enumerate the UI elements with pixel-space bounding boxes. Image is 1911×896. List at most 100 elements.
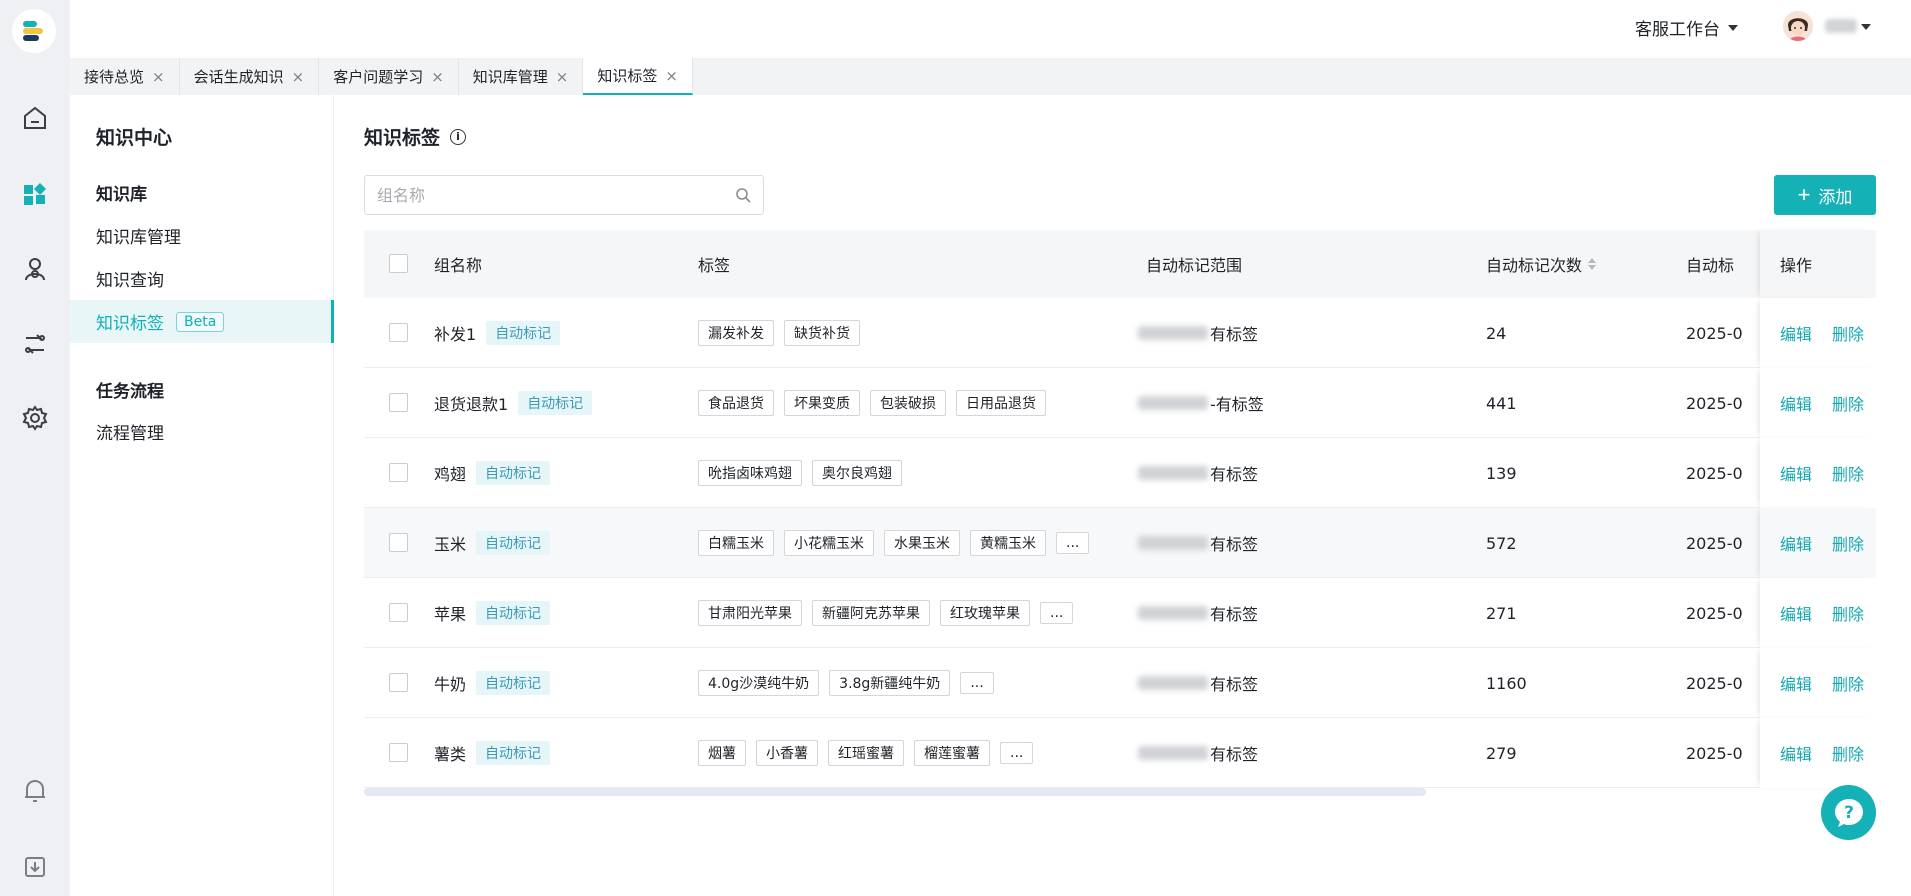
sidebar-item-kb-query[interactable]: 知识查询 [70,257,334,300]
sidebar-item-flow-management[interactable]: 流程管理 [70,410,334,453]
group-name: 玉米 [434,535,467,554]
knowledge-icon[interactable] [20,179,50,209]
auto-time-cell: 2025-0 [1686,393,1743,413]
auto-mark-badge: 自动标记 [518,391,593,415]
row-checkbox[interactable] [389,743,408,762]
close-icon[interactable]: × [152,68,165,86]
edit-link[interactable]: 编辑 [1780,601,1812,625]
auto-scope-text: 有标签 [1210,605,1259,624]
auto-scope-text: 有标签 [1210,535,1259,554]
search-box[interactable] [364,175,764,215]
tag-chip: 红瑶蜜薯 [828,740,904,766]
help-button[interactable]: ? [1821,785,1876,840]
delete-link[interactable]: 删除 [1832,531,1864,555]
search-input[interactable] [377,185,735,205]
page-title-text: 知识标签 [364,127,441,149]
redacted-text [1138,466,1208,480]
tags-cell: 食品退货 坏果变质 包装破损 日用品退货 [698,368,1056,438]
workspace-switcher[interactable]: 客服工作台 [1635,15,1738,40]
row-checkbox[interactable] [389,323,408,342]
tags-cell: 白糯玉米 小花糯玉米 水果玉米 黄糯玉米... [698,508,1099,578]
operations-cell: 编辑 删除 [1760,508,1876,578]
auto-time-cell: 2025-0 [1686,673,1743,693]
tab-session-knowledge[interactable]: 会话生成知识 × [180,58,320,95]
customer-icon[interactable] [20,254,50,284]
auto-scope-text: 有标签 [1210,465,1259,484]
close-icon[interactable]: × [556,68,569,86]
tag-chip: 榴莲蜜薯 [914,740,990,766]
sidebar-item-label: 知识标签 [96,314,164,334]
edit-link[interactable]: 编辑 [1780,741,1812,765]
chevron-down-icon [1728,24,1738,31]
auto-scope-cell: 有标签 [1138,438,1258,508]
more-tags-button[interactable]: ... [1000,742,1034,764]
edit-link[interactable]: 编辑 [1780,391,1812,415]
row-checkbox[interactable] [389,603,408,622]
row-checkbox[interactable] [389,393,408,412]
close-icon[interactable]: × [665,67,678,85]
delete-link[interactable]: 删除 [1832,461,1864,485]
row-checkbox[interactable] [389,673,408,692]
delete-link[interactable]: 删除 [1832,601,1864,625]
app-logo[interactable] [12,9,56,53]
edit-link[interactable]: 编辑 [1780,461,1812,485]
sidebar-item-kb-management[interactable]: 知识库管理 [70,214,334,257]
more-tags-button[interactable]: ... [1040,602,1074,624]
group-name-cell: 退货退款1 自动标记 [434,368,593,438]
auto-scope-cell: 有标签 [1138,508,1258,578]
auto-time-cell: 2025-0 [1686,323,1743,343]
sidebar-group-task: 任务流程 [96,382,164,402]
sort-icon[interactable] [1588,258,1597,270]
add-button[interactable]: + 添加 [1774,175,1876,215]
delete-link[interactable]: 删除 [1832,671,1864,695]
table-header: 组名称 标签 自动标记范围 自动标记次数 自动标 操作 [364,230,1876,298]
home-icon[interactable] [20,103,50,133]
bell-icon[interactable] [20,776,50,806]
tab-knowledge-tags[interactable]: 知识标签 × [583,58,693,95]
close-icon[interactable]: × [292,68,305,86]
row-checkbox[interactable] [389,463,408,482]
auto-time-cell: 2025-0 [1686,533,1743,553]
header-tags: 标签 [698,256,731,275]
tab-customer-question[interactable]: 客户问题学习 × [319,58,459,95]
edit-link[interactable]: 编辑 [1780,321,1812,345]
tab-label: 会话生成知识 [193,68,284,86]
user-menu-chevron-icon[interactable] [1861,24,1871,30]
auto-count-cell: 24 [1486,323,1507,343]
download-icon[interactable] [20,852,50,882]
gear-icon[interactable] [20,403,50,433]
tag-chip: 红玫瑰苹果 [940,600,1030,626]
delete-link[interactable]: 删除 [1832,391,1864,415]
delete-link[interactable]: 删除 [1832,321,1864,345]
avatar[interactable] [1783,11,1813,41]
beta-badge: Beta [176,311,225,332]
auto-scope-cell: 有标签 [1138,648,1258,718]
header-auto-count-label: 自动标记次数 [1486,256,1583,275]
username[interactable] [1825,19,1857,33]
horizontal-scrollbar[interactable] [364,788,1426,796]
tab-label: 客户问题学习 [333,68,424,86]
page-tabs: 接待总览 × 会话生成知识 × 客户问题学习 × 知识库管理 × 知识标签 × [70,58,1911,95]
tab-reception-overview[interactable]: 接待总览 × [70,58,180,95]
select-all-checkbox[interactable] [389,254,408,273]
edit-link[interactable]: 编辑 [1780,671,1812,695]
operations-cell: 编辑 删除 [1760,368,1876,438]
search-icon[interactable] [735,187,751,203]
close-icon[interactable]: × [431,68,444,86]
tags-cell: 漏发补发 缺货补货 [698,298,870,368]
tab-kb-management[interactable]: 知识库管理 × [459,58,584,95]
auto-count-cell: 139 [1486,463,1517,483]
delete-link[interactable]: 删除 [1832,741,1864,765]
more-tags-button[interactable]: ... [1056,532,1090,554]
sidebar-item-knowledge-tags[interactable]: 知识标签 Beta [70,300,334,343]
table-row: 鸡翅 自动标记 吮指卤味鸡翅 奥尔良鸡翅 有标签 139 2025-0 编辑 删除 [364,438,1876,508]
edit-link[interactable]: 编辑 [1780,531,1812,555]
flow-icon[interactable] [20,329,50,359]
add-button-label: 添加 [1818,187,1853,207]
row-checkbox[interactable] [389,533,408,552]
auto-mark-badge: 自动标记 [476,601,551,625]
header-auto-count[interactable]: 自动标记次数 [1486,252,1597,276]
more-tags-button[interactable]: ... [960,672,994,694]
workspace-label: 客服工作台 [1635,20,1720,40]
info-icon[interactable]: i [450,128,467,145]
